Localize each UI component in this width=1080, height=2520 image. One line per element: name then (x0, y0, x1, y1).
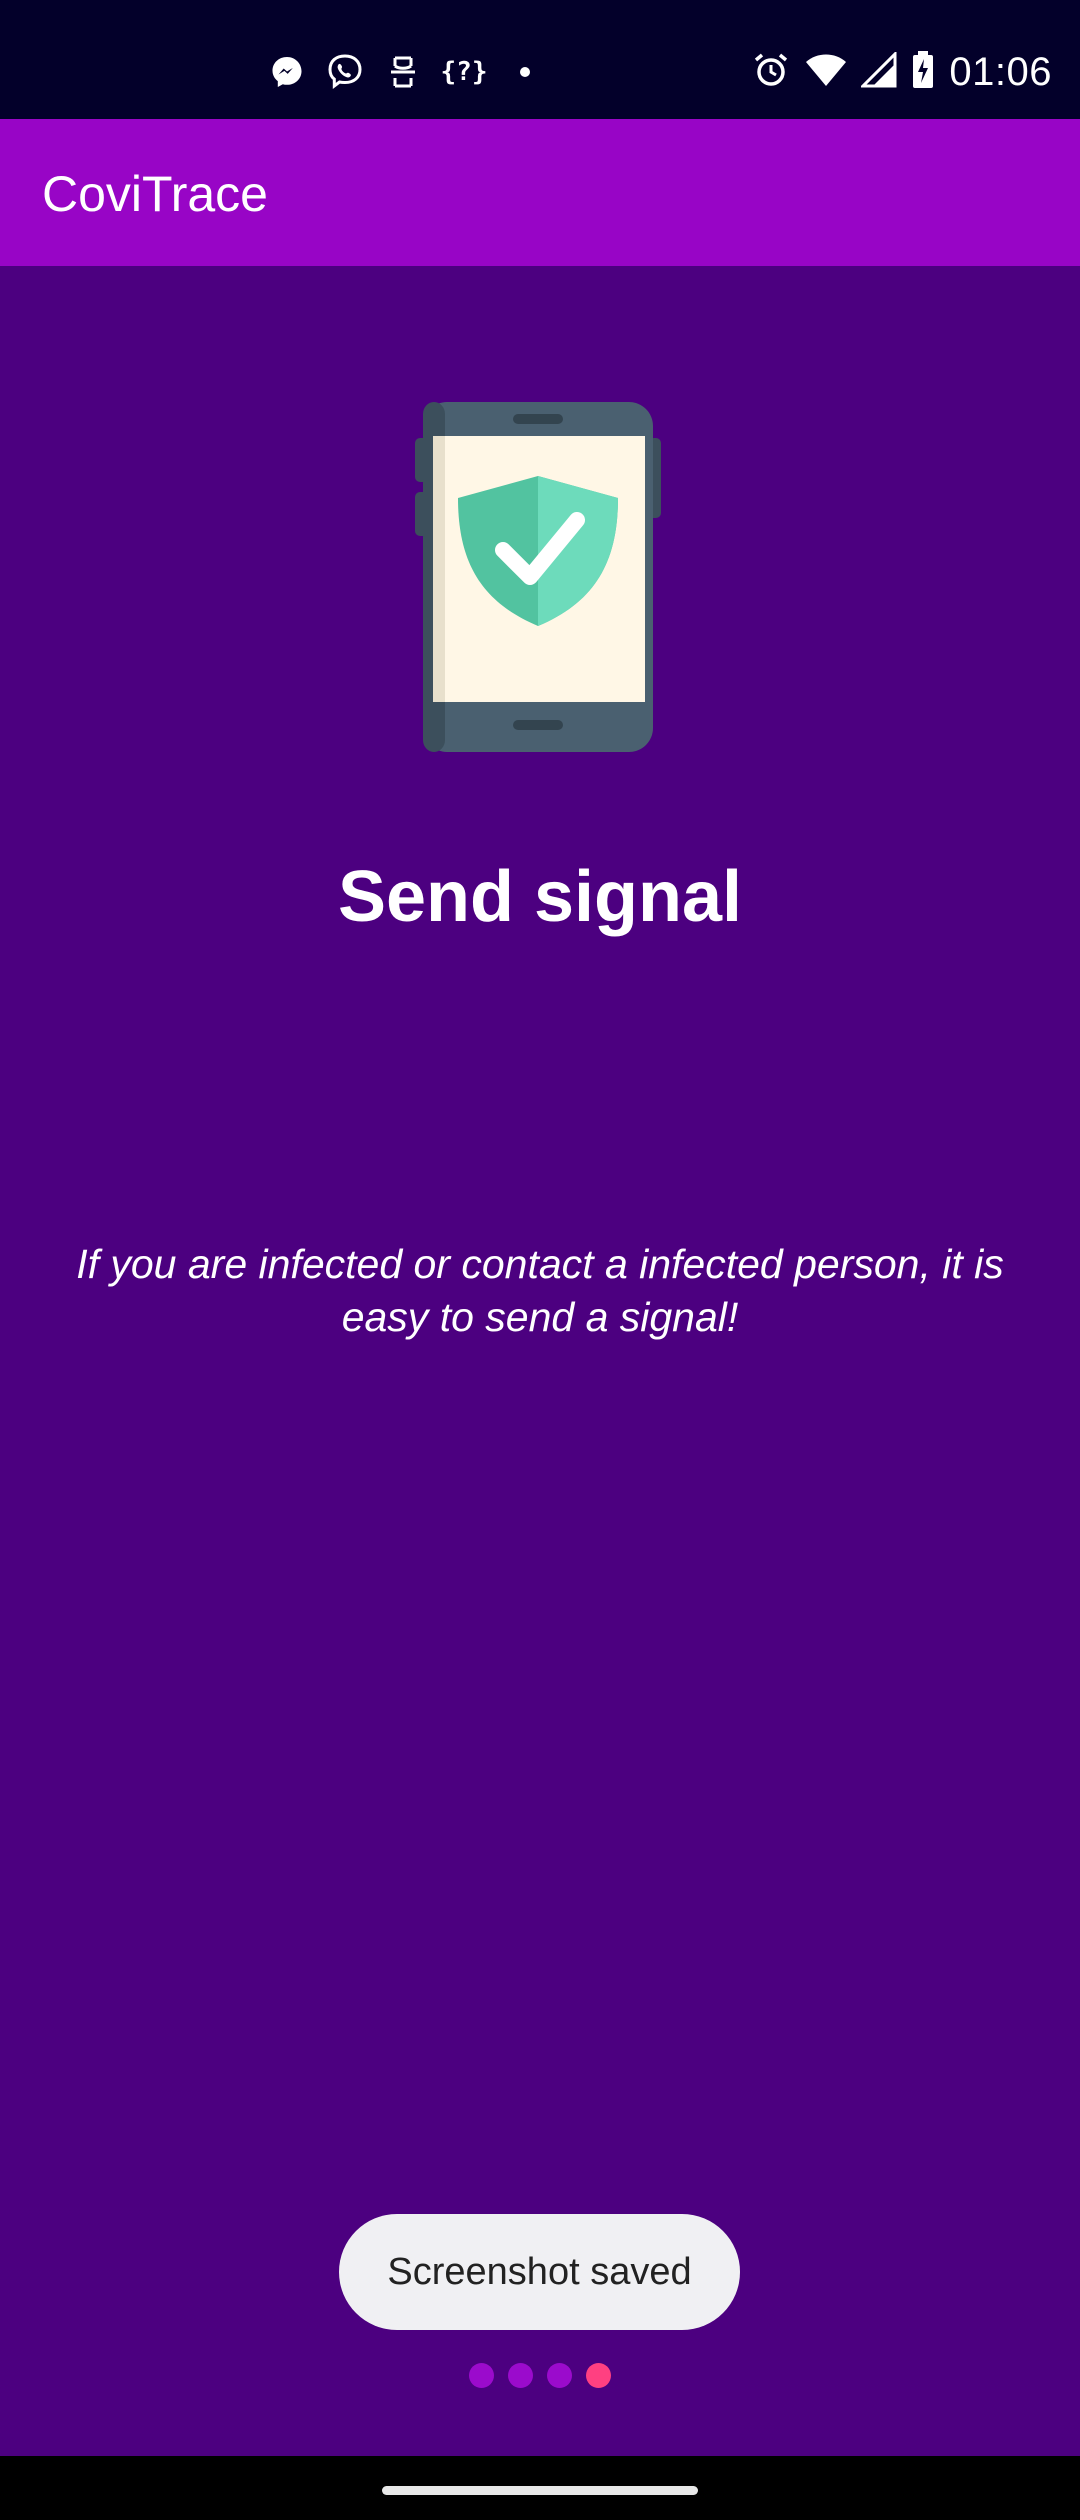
battery-charging-icon (911, 50, 935, 95)
viber-icon (326, 53, 364, 91)
app-icon (384, 53, 422, 91)
signal-icon (859, 49, 897, 93)
status-bar: {?} 01:06 (0, 0, 1080, 119)
page-indicator[interactable] (0, 2363, 1080, 2388)
home-gesture-handle[interactable] (382, 2486, 698, 2495)
app-title: CoviTrace (42, 166, 268, 222)
status-time: 01:06 (949, 49, 1052, 94)
onboarding-description: If you are infected or contact a infecte… (76, 1241, 1004, 1340)
alarm-icon (751, 50, 791, 95)
phone-shield-check-icon (415, 402, 661, 752)
app-bar: CoviTrace (0, 119, 1080, 266)
screen: {?} 01:06 CoviTrace Send signal If you a… (0, 0, 1080, 2520)
dot-icon (506, 53, 544, 91)
page-dot-1[interactable] (469, 2363, 494, 2388)
toast-message: Screenshot saved (339, 2214, 740, 2330)
onboarding-page[interactable]: Send signal If you are infected or conta… (0, 266, 1080, 2456)
onboarding-title: Send signal (337, 857, 743, 937)
page-dot-2[interactable] (508, 2363, 533, 2388)
navigation-bar (0, 2456, 1080, 2520)
notification-icons: {?} (268, 48, 544, 96)
messenger-icon (268, 53, 306, 91)
system-icons: 01:06 (751, 44, 1052, 100)
page-dot-3[interactable] (547, 2363, 572, 2388)
page-dot-4-active[interactable] (586, 2363, 611, 2388)
wifi-icon (805, 52, 847, 93)
code-icon: {?} (440, 57, 488, 87)
